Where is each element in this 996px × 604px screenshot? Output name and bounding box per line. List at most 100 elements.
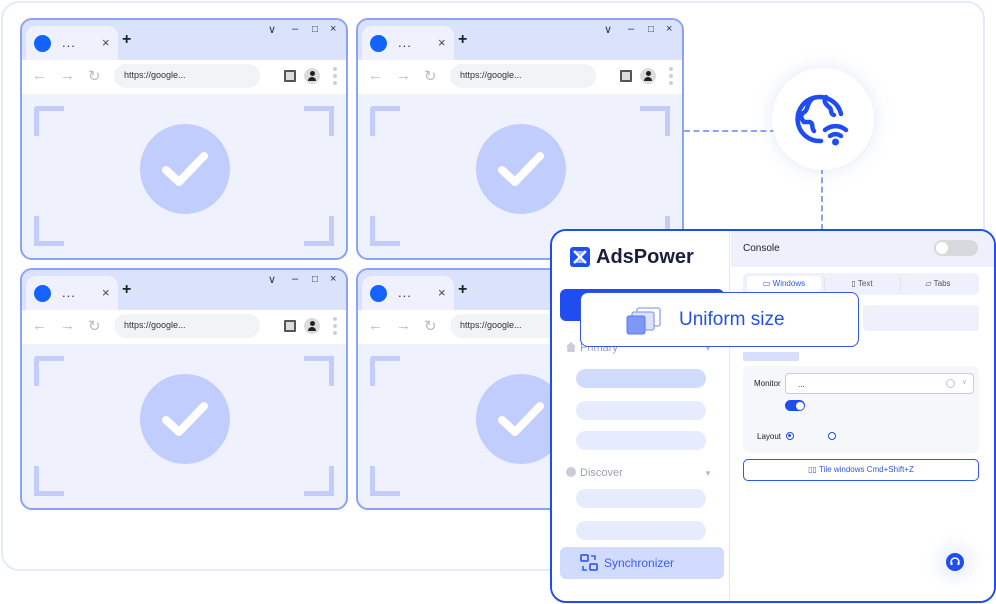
sidebar-group-discover[interactable]: Discover (566, 467, 623, 479)
browser-content (22, 94, 346, 258)
tab-title: ... (398, 35, 412, 50)
minimize-button[interactable]: – (292, 23, 298, 35)
browser-toolbar: ← → ↻ https://google... (22, 310, 346, 344)
minimize-button[interactable]: – (292, 273, 298, 285)
tile-windows-button[interactable]: ▯▯ Tile windows Cmd+Shift+Z (743, 459, 979, 481)
browser-tab[interactable]: ... × (362, 26, 454, 60)
layout-radio-2[interactable] (828, 432, 836, 440)
browser-window: ... × + ∨ – □ × ← → ↻ https://google... (20, 268, 348, 510)
maximize-button[interactable]: □ (648, 24, 654, 35)
tab-search-icon[interactable]: ∨ (268, 23, 276, 36)
kebab-menu-icon[interactable] (333, 317, 337, 337)
profile-icon[interactable] (304, 318, 320, 334)
monitor-value: ... (798, 380, 805, 389)
close-window-button[interactable]: × (330, 273, 336, 285)
address-bar[interactable]: https://google... (450, 64, 596, 88)
caret-down-icon: ▼ (704, 469, 712, 478)
tab-tabs[interactable]: ▱ Tabs (901, 276, 975, 292)
tile-icon: ▯▯ (808, 465, 820, 474)
frame-corner (370, 216, 400, 246)
uniform-size-callout: Uniform size (580, 292, 859, 347)
back-button[interactable]: ← (32, 67, 47, 84)
browser-window: ... × + ∨ – □ × ← → ↻ https://google... (356, 18, 684, 260)
headset-icon (950, 557, 960, 565)
maximize-button[interactable]: □ (312, 24, 318, 35)
profile-icon[interactable] (304, 68, 320, 84)
console-toggle[interactable] (934, 240, 978, 256)
sidebar-item[interactable] (576, 521, 706, 540)
checkmark-badge (476, 124, 566, 214)
browser-content (22, 344, 346, 508)
tab-title: ... (62, 35, 76, 50)
kebab-menu-icon[interactable] (669, 67, 673, 87)
sidebar-item[interactable] (576, 401, 706, 420)
maximize-button[interactable]: □ (312, 274, 318, 285)
tab-windows[interactable]: ▭ Windows (747, 276, 821, 292)
monitor-select[interactable]: ... ∨ (785, 373, 974, 394)
tab-title: ... (62, 285, 76, 300)
checkmark-badge (140, 124, 230, 214)
placeholder-block (863, 305, 979, 331)
sidebar-item[interactable] (576, 489, 706, 508)
browser-window: ... × + ∨ – □ × ← → ↻ https://google... (20, 18, 348, 260)
connector-horizontal (684, 130, 776, 132)
new-tab-button[interactable]: + (122, 282, 131, 298)
tab-search-icon[interactable]: ∨ (604, 23, 612, 36)
checkmark-icon (162, 152, 208, 186)
info-icon (946, 379, 955, 388)
address-bar[interactable]: https://google... (114, 64, 260, 88)
frame-corner (34, 216, 64, 246)
close-window-button[interactable]: × (666, 23, 672, 35)
adspower-logo-icon (570, 247, 590, 267)
new-tab-button[interactable]: + (122, 32, 131, 48)
forward-button[interactable]: → (396, 317, 411, 334)
support-button[interactable] (946, 553, 964, 571)
new-tab-button[interactable]: + (458, 282, 467, 298)
browser-tab[interactable]: ... × (26, 26, 118, 60)
layout-radio-1[interactable] (786, 432, 794, 440)
address-bar[interactable]: https://google... (114, 314, 260, 338)
close-tab-icon[interactable]: × (102, 285, 110, 300)
close-tab-icon[interactable]: × (102, 35, 110, 50)
reload-button[interactable]: ↻ (424, 67, 437, 85)
globe-network-badge (772, 68, 874, 170)
minimize-button[interactable]: – (628, 23, 634, 35)
back-button[interactable]: ← (32, 317, 47, 334)
synchronizer-icon (580, 554, 598, 571)
tab-text[interactable]: ▯ Text (825, 276, 899, 292)
reload-button[interactable]: ↻ (88, 317, 101, 335)
back-button[interactable]: ← (368, 67, 383, 84)
forward-button[interactable]: → (60, 317, 75, 334)
sidebar-item[interactable] (576, 431, 706, 450)
sidebar-item-synchronizer[interactable]: Synchronizer (560, 547, 724, 579)
profile-icon[interactable] (640, 68, 656, 84)
frame-corner (370, 356, 400, 386)
synchronizer-label: Synchronizer (604, 556, 675, 570)
browser-tab[interactable]: ... × (362, 276, 454, 310)
frame-corner (34, 466, 64, 496)
forward-button[interactable]: → (396, 67, 411, 84)
stacked-windows-icon (626, 307, 661, 335)
close-window-button[interactable]: × (330, 23, 336, 35)
sidebar-item[interactable] (576, 369, 706, 388)
close-tab-icon[interactable]: × (438, 35, 446, 50)
side-panel-icon[interactable] (284, 70, 296, 82)
browser-titlebar: ... × + ∨ – □ × (22, 270, 346, 310)
forward-button[interactable]: → (60, 67, 75, 84)
reload-button[interactable]: ↻ (424, 317, 437, 335)
kebab-menu-icon[interactable] (333, 67, 337, 87)
option-toggle[interactable] (785, 400, 805, 411)
reload-button[interactable]: ↻ (88, 67, 101, 85)
browser-tab[interactable]: ... × (26, 276, 118, 310)
side-panel-icon[interactable] (284, 320, 296, 332)
monitor-label: Monitor (754, 379, 781, 388)
folder-icon: ▱ (925, 279, 934, 288)
frame-corner (304, 106, 334, 136)
back-button[interactable]: ← (368, 317, 383, 334)
close-tab-icon[interactable]: × (438, 285, 446, 300)
new-tab-button[interactable]: + (458, 32, 467, 48)
browser-toolbar: ← → ↻ https://google... (358, 60, 682, 94)
side-panel-icon[interactable] (620, 70, 632, 82)
console-title: Console (743, 243, 780, 254)
tab-search-icon[interactable]: ∨ (268, 273, 276, 286)
